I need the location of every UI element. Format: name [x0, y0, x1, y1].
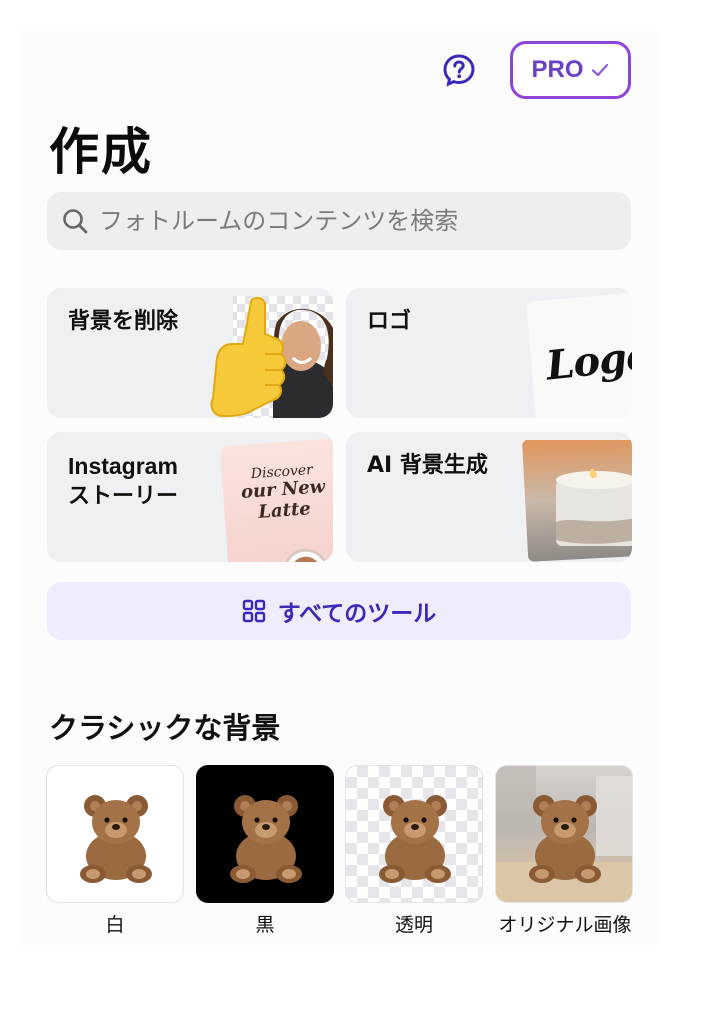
tool-card-ai-background[interactable]: AI 背景生成: [346, 432, 632, 562]
tool-card-remove-background[interactable]: 背景を削除: [47, 288, 333, 418]
classic-bg-label: 黒: [255, 914, 275, 936]
tool-card-label: AI 背景生成: [367, 453, 488, 478]
classic-bg-label: オリジナル画像: [498, 914, 632, 936]
search-input[interactable]: [99, 207, 619, 235]
search-icon: [63, 209, 88, 234]
tool-card-label: Instagram ストーリー: [68, 451, 178, 512]
background-removal-preview-image: [210, 296, 333, 418]
teddy-bear-image: [379, 795, 451, 883]
classic-bg-label: 透明: [394, 914, 433, 936]
check-icon: [591, 63, 608, 77]
teddy-bear-image: [230, 795, 302, 883]
tool-card-label-line1: Instagram: [68, 453, 178, 479]
tool-card-logo[interactable]: ロゴ Logos: [346, 288, 632, 418]
teddy-bear-image: [529, 795, 601, 883]
classic-bg-original-tile[interactable]: [495, 765, 633, 903]
tool-card-label-line2: ストーリー: [68, 484, 179, 510]
classic-bg-black-tile[interactable]: [196, 765, 334, 903]
all-tools-label: すべてのツール: [277, 601, 437, 627]
question-bubble-icon[interactable]: [442, 53, 476, 87]
section-title-classic-backgrounds: クラシックな背景: [49, 711, 281, 745]
candle-preview-image: [522, 440, 632, 562]
classic-bg-white-tile[interactable]: [46, 765, 184, 903]
grid-icon: [242, 599, 265, 623]
search-bar[interactable]: [47, 192, 631, 250]
teddy-bear-image: [80, 795, 152, 883]
pro-button[interactable]: PRO: [510, 41, 631, 99]
page-title: 作成: [49, 123, 153, 181]
pro-label: PRO: [531, 56, 584, 83]
tool-card-instagram-story[interactable]: Instagram ストーリー Discover our New Latte: [47, 432, 333, 562]
instagram-story-preview-image: Discover our New Latte: [219, 437, 333, 562]
tool-card-label: 背景を削除: [68, 309, 179, 334]
all-tools-button[interactable]: すべてのツール: [47, 582, 631, 640]
tool-card-label: ロゴ: [367, 309, 412, 334]
classic-bg-label: 白: [105, 914, 125, 936]
classic-bg-transparent-tile[interactable]: [345, 765, 483, 903]
